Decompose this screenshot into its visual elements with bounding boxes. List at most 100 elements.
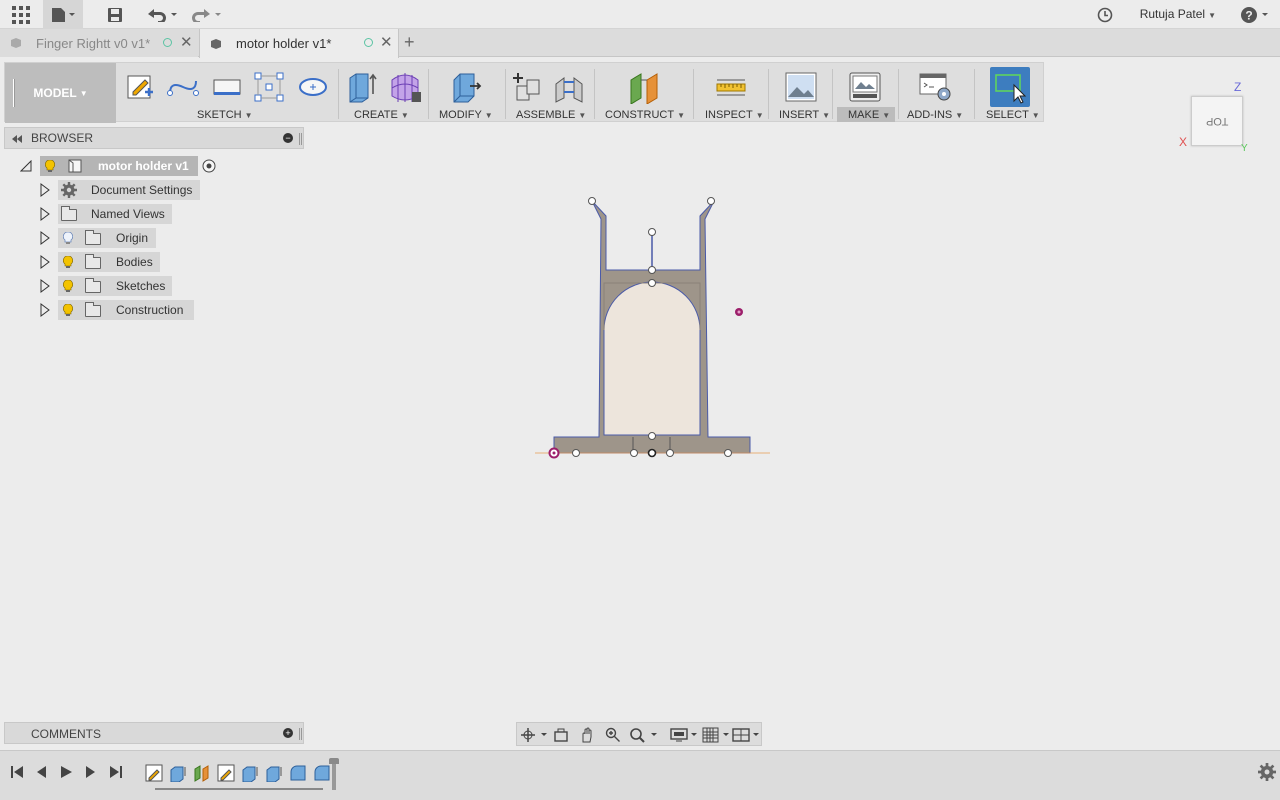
new-component-button[interactable]: [509, 69, 545, 105]
sketch-group-label[interactable]: SKETCH ▼: [197, 109, 253, 121]
visibility-bulb-on-icon[interactable]: [63, 256, 73, 268]
minimize-panel-icon[interactable]: −: [283, 133, 293, 143]
visibility-bulb-on-icon[interactable]: [63, 304, 73, 316]
joint-button[interactable]: [551, 69, 587, 105]
add-comment-icon[interactable]: +: [283, 728, 293, 738]
orbit-button[interactable]: [519, 726, 549, 744]
scripts-addins-button[interactable]: [915, 69, 955, 105]
create-sketch-button[interactable]: [123, 69, 157, 105]
timeline-step-back-button[interactable]: [33, 764, 49, 780]
addins-group-label[interactable]: ADD-INS ▼: [907, 109, 963, 121]
ellipse-tool-button[interactable]: [295, 69, 331, 105]
workspace-switcher[interactable]: MODEL ▼: [5, 63, 116, 123]
offset-plane-button[interactable]: [623, 69, 667, 105]
timeline-sketch-feature-icon[interactable]: [217, 764, 235, 782]
timeline-play-button[interactable]: [58, 764, 74, 780]
timeline-extrude-feature-icon[interactable]: [169, 764, 187, 782]
timeline-settings-gear-icon[interactable]: [1258, 763, 1276, 781]
browser-item-body[interactable]: Bodies: [58, 252, 160, 272]
modify-group-label[interactable]: MODIFY ▼: [439, 109, 493, 121]
expand-triangle-icon[interactable]: [40, 183, 50, 197]
browser-item-body[interactable]: Construction: [58, 300, 194, 320]
root-component[interactable]: motor holder v1: [40, 156, 198, 176]
collapse-panel-icon[interactable]: [11, 134, 23, 144]
apps-grid-icon[interactable]: [8, 0, 34, 29]
view-cube[interactable]: TOP: [1191, 96, 1243, 146]
tab-finger-right[interactable]: Finger Rightt v0 v1* ✕: [0, 29, 198, 57]
user-menu[interactable]: Rutuja Patel ▼: [1140, 7, 1216, 21]
browser-item-bodies[interactable]: Bodies: [0, 252, 300, 272]
timeline-step-forward-button[interactable]: [83, 764, 99, 780]
inspect-group-label[interactable]: INSPECT ▼: [705, 109, 764, 121]
center-point[interactable]: [647, 448, 657, 458]
tab-motor-holder[interactable]: motor holder v1* ✕: [199, 29, 399, 58]
timeline-extrude-feature-icon[interactable]: [241, 764, 259, 782]
select-button[interactable]: [990, 67, 1030, 107]
browser-root-row[interactable]: motor holder v1: [0, 156, 300, 176]
grid-settings-button[interactable]: [701, 726, 731, 744]
browser-panel-header[interactable]: BROWSER −: [4, 127, 304, 149]
redo-button[interactable]: [188, 0, 224, 29]
timeline-fillet-feature-icon[interactable]: [289, 764, 307, 782]
zoom-button[interactable]: [603, 726, 623, 744]
close-icon[interactable]: ✕: [380, 33, 393, 51]
expand-triangle-icon[interactable]: [40, 303, 50, 317]
3d-print-button[interactable]: [847, 69, 883, 105]
visibility-bulb-on-icon[interactable]: [45, 160, 55, 172]
expand-triangle-icon[interactable]: [40, 231, 50, 245]
select-group-label[interactable]: SELECT ▼: [986, 109, 1040, 121]
pattern-tool-button[interactable]: [251, 69, 287, 105]
browser-item-body[interactable]: Sketches: [58, 276, 172, 296]
extrude-button[interactable]: [345, 69, 379, 105]
timeline-go-start-button[interactable]: [9, 764, 25, 780]
look-at-button[interactable]: [551, 726, 571, 744]
browser-item-body[interactable]: Document Settings: [58, 180, 200, 200]
browser-item-origin[interactable]: Origin: [0, 228, 300, 248]
expand-triangle-icon[interactable]: [40, 279, 50, 293]
create-group-label[interactable]: CREATE ▼: [354, 109, 409, 121]
browser-item-named-views[interactable]: Named Views: [0, 204, 300, 224]
activate-radio-icon[interactable]: [202, 159, 216, 173]
browser-item-construction[interactable]: Construction: [0, 300, 300, 320]
rectangle-tool-button[interactable]: [209, 69, 245, 105]
insert-group-label[interactable]: INSERT ▼: [779, 109, 830, 121]
browser-item-body[interactable]: Origin: [58, 228, 156, 248]
help-button[interactable]: ?: [1238, 0, 1272, 29]
display-settings-button[interactable]: [669, 726, 699, 744]
construct-group-label[interactable]: CONSTRUCT ▼: [605, 109, 685, 121]
timeline-go-end-button[interactable]: [108, 764, 124, 780]
expand-triangle-icon[interactable]: [40, 207, 50, 221]
line-tool-button[interactable]: [165, 69, 201, 105]
panel-grip-handle[interactable]: [299, 728, 302, 740]
panel-grip-handle[interactable]: [299, 133, 302, 145]
insert-image-button[interactable]: [783, 69, 819, 105]
viewports-button[interactable]: [731, 726, 761, 744]
browser-item-document-settings[interactable]: Document Settings: [0, 180, 300, 200]
press-pull-button[interactable]: [445, 69, 485, 105]
make-group-label[interactable]: MAKE ▼: [848, 109, 890, 121]
new-tab-button[interactable]: +: [404, 32, 415, 53]
measure-button[interactable]: [709, 69, 753, 105]
visibility-bulb-off-icon[interactable]: [63, 232, 73, 244]
file-menu-button[interactable]: [43, 0, 83, 29]
close-icon[interactable]: ✕: [180, 33, 193, 51]
sketch-arch-region[interactable]: [603, 281, 701, 436]
fit-view-button[interactable]: [627, 726, 661, 744]
assemble-group-label[interactable]: ASSEMBLE ▼: [516, 109, 586, 121]
comments-panel-header[interactable]: COMMENTS +: [4, 722, 304, 744]
undo-button[interactable]: [144, 0, 180, 29]
visibility-bulb-on-icon[interactable]: [63, 280, 73, 292]
timeline-extrude-feature-icon[interactable]: [265, 764, 283, 782]
browser-item-body[interactable]: Named Views: [58, 204, 172, 224]
timeline-plane-feature-icon[interactable]: [193, 764, 211, 782]
form-button[interactable]: [387, 69, 423, 105]
pan-button[interactable]: [577, 726, 597, 744]
browser-item-sketches[interactable]: Sketches: [0, 276, 300, 296]
timeline-fillet-feature-icon[interactable]: [313, 764, 331, 782]
save-button[interactable]: [104, 0, 126, 29]
expanded-triangle-icon[interactable]: [20, 160, 32, 172]
sketch-canvas[interactable]: [530, 190, 790, 470]
history-clock-icon[interactable]: [1095, 0, 1115, 29]
timeline-sketch-feature-icon[interactable]: [145, 764, 163, 782]
expand-triangle-icon[interactable]: [40, 255, 50, 269]
